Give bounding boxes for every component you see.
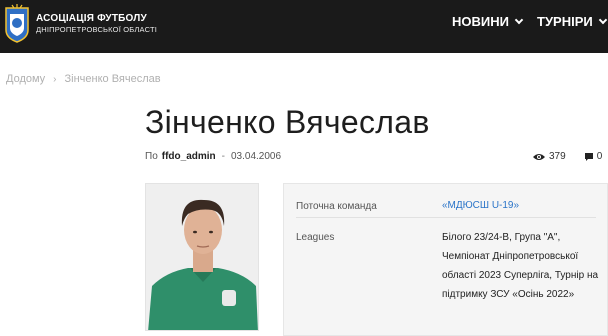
breadcrumb: Додому › Зінченко Вячеслав [6,73,161,85]
nav-item-label: НОВИНИ [452,14,509,29]
breadcrumb-home[interactable]: Додому [6,73,45,85]
post-date: 03.04.2006 [230,151,282,162]
info-label: Поточна команда [296,201,377,212]
comment-icon[interactable] [584,152,593,161]
leagues-value: Білого 23/24-В, Група "А", Чемпіонат Дні… [442,232,599,300]
player-photo [145,183,259,331]
breadcrumb-current: Зінченко Вячеслав [64,73,161,85]
info-label: Leagues [296,232,335,243]
brand-title: АСОЦІАЦІЯ ФУТБОЛУ [36,13,147,24]
post-meta: По ffdo_admin - 03.04.2006 [145,151,281,162]
views-count: 379 [549,151,566,162]
site-header: АСОЦІАЦІЯ ФУТБОЛУ ДНІПРОПЕТРОВСЬКОЇ ОБЛА… [0,0,608,53]
brand-subtitle: ДНІПРОПЕТРОВСЬКОЇ ОБЛАСТІ [36,25,158,34]
nav-item-tournaments[interactable]: ТУРНІРИ [537,14,607,29]
chevron-down-icon [514,15,524,24]
author-link[interactable]: ffdo_admin [162,151,216,162]
coat-of-arms-icon[interactable] [4,4,30,44]
chevron-down-icon [598,15,607,24]
by-label: По [145,151,158,162]
eye-icon [533,153,545,160]
nav-item-news[interactable]: НОВИНИ [452,14,524,29]
player-info-table: Поточна команда «МДЮСШ U-19» Leagues Біл… [283,183,608,336]
nav-item-label: ТУРНІРИ [537,14,593,29]
meta-separator: - [221,151,225,162]
current-team-link[interactable]: «МДЮСШ U-19» [442,196,602,215]
brand-name[interactable]: АСОЦІАЦІЯ ФУТБОЛУ ДНІПРОПЕТРОВСЬКОЇ ОБЛА… [36,13,157,35]
page-title: Зінченко Вячеслав [145,104,430,140]
breadcrumb-separator: › [53,73,57,85]
post-stats: 379 0 [533,151,602,162]
info-row-current-team: Поточна команда «МДЮСШ U-19» [296,198,596,218]
comments-count[interactable]: 0 [597,151,603,162]
